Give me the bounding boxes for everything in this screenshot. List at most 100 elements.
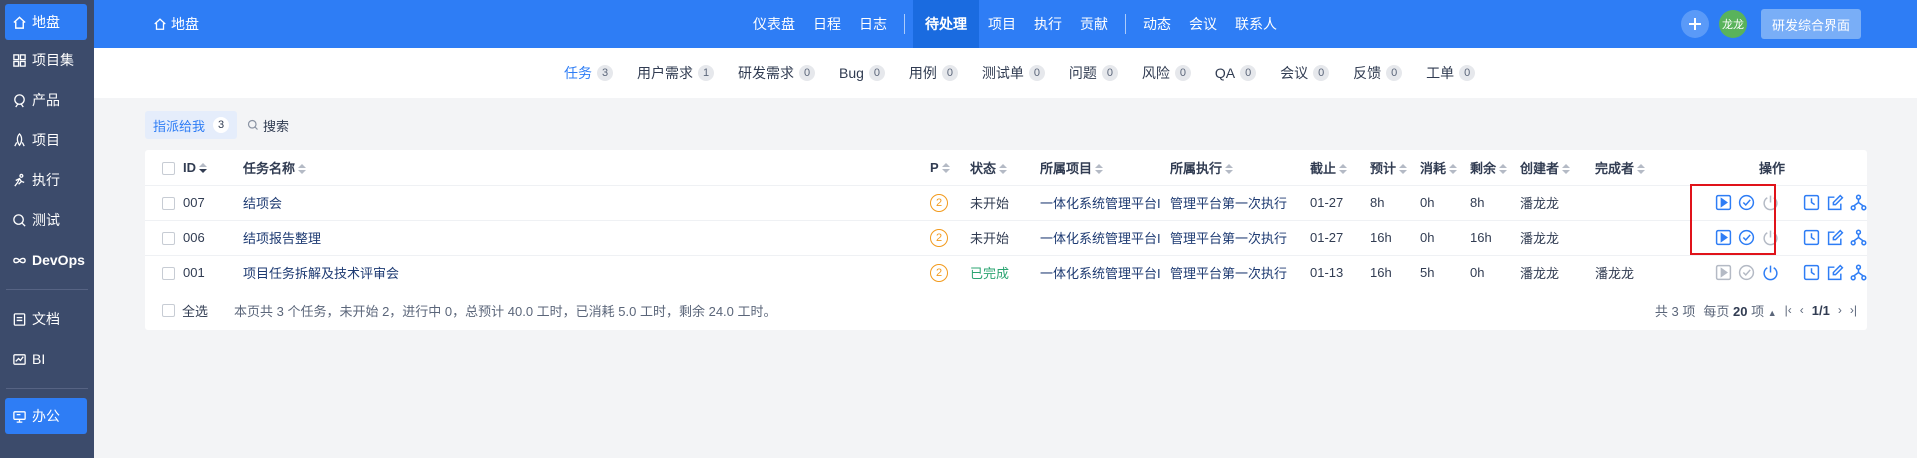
execution-link[interactable]: 管理平台第一次执行: [1170, 196, 1287, 211]
execution-link[interactable]: 管理平台第一次执行: [1170, 231, 1287, 246]
col-pri[interactable]: P: [930, 150, 970, 185]
avatar[interactable]: 龙龙: [1719, 10, 1747, 38]
prev-page-button[interactable]: ‹: [1800, 303, 1804, 317]
select-all-checkbox-header[interactable]: [162, 161, 175, 175]
tab-user-story[interactable]: 用户需求 1: [637, 63, 714, 83]
col-estimate[interactable]: 预计: [1370, 150, 1420, 185]
col-project-label: 所属项目: [1040, 160, 1093, 176]
sidebar-item-doc[interactable]: 文档: [0, 299, 94, 339]
execution-link[interactable]: 管理平台第一次执行: [1170, 266, 1287, 281]
tab-count: 0: [1174, 65, 1191, 81]
tab-count: 0: [1101, 65, 1118, 81]
row-checkbox[interactable]: [162, 232, 175, 246]
tab-issue[interactable]: 问题 0: [1069, 63, 1118, 83]
sidebar-item-execution[interactable]: 执行: [0, 160, 94, 200]
task-consumed: 5h: [1420, 254, 1470, 290]
edit-task-button[interactable]: [1826, 228, 1843, 248]
finish-task-button[interactable]: [1738, 263, 1755, 283]
tab-feedback[interactable]: 反馈 0: [1353, 63, 1403, 83]
row-checkbox[interactable]: [162, 197, 175, 211]
select-all-checkbox[interactable]: [162, 303, 175, 317]
nav-contacts[interactable]: 联系人: [1226, 0, 1286, 48]
filter-assigned-to-me[interactable]: 指派给我 3: [145, 111, 238, 139]
col-name-label: 任务名称: [243, 160, 296, 176]
nav-meeting[interactable]: 会议: [1180, 0, 1226, 48]
table-row[interactable]: 001 项目任务拆解及技术评审会 2 已完成 一体化系统管理平台I 管理平台第一…: [145, 254, 1867, 290]
nav-calendar[interactable]: 日程: [804, 0, 850, 48]
col-execution[interactable]: 所属执行: [1170, 150, 1310, 185]
row-checkbox[interactable]: [162, 267, 175, 281]
last-page-button[interactable]: ›|: [1850, 303, 1857, 317]
nav-project[interactable]: 项目: [979, 0, 1025, 48]
nav-dashboard[interactable]: 仪表盘: [744, 0, 804, 48]
edit-task-button[interactable]: [1826, 263, 1843, 283]
first-page-button[interactable]: |‹: [1785, 303, 1792, 317]
nav-todo[interactable]: 待处理: [913, 0, 979, 48]
tab-ticket[interactable]: 工单 0: [1426, 63, 1476, 83]
col-name[interactable]: 任务名称: [243, 150, 930, 185]
col-status[interactable]: 状态: [970, 150, 1040, 185]
sidebar-item-test[interactable]: 测试: [0, 200, 94, 240]
tab-meeting[interactable]: 会议 0: [1280, 63, 1330, 83]
nav-dynamic[interactable]: 动态: [1134, 0, 1180, 48]
edit-task-button[interactable]: [1826, 193, 1843, 213]
sidebar-item-devops[interactable]: DevOps: [0, 240, 94, 280]
nav-log[interactable]: 日志: [850, 0, 896, 48]
per-page-selector[interactable]: 每页 20 项 ▲: [1703, 301, 1776, 320]
project-link[interactable]: 一体化系统管理平台I: [1040, 196, 1161, 211]
search-toggle[interactable]: 搜索: [247, 116, 289, 135]
create-button[interactable]: [1681, 10, 1709, 38]
sidebar-item-home[interactable]: 地盘: [5, 4, 87, 40]
col-finisher[interactable]: 完成者: [1595, 150, 1715, 185]
split-icon: [1850, 194, 1867, 211]
select-all[interactable]: 全选: [162, 301, 208, 320]
batch-create-button[interactable]: [1850, 228, 1867, 248]
sidebar-item-product[interactable]: 产品: [0, 80, 94, 120]
project-link[interactable]: 一体化系统管理平台I: [1040, 231, 1161, 246]
sidebar-item-program[interactable]: 项目集: [0, 40, 94, 80]
record-effort-button[interactable]: [1803, 228, 1820, 248]
col-id[interactable]: ID: [183, 150, 243, 185]
task-name-link[interactable]: 项目任务拆解及技术评审会: [243, 266, 399, 281]
col-creator[interactable]: 创建者: [1520, 150, 1595, 185]
tab-bug[interactable]: Bug 0: [839, 65, 885, 81]
filter-label: 指派给我: [153, 118, 206, 134]
sidebar-item-project[interactable]: 项目: [0, 120, 94, 160]
task-name-link[interactable]: 结项报告整理: [243, 231, 321, 246]
next-page-button[interactable]: ›: [1838, 303, 1842, 317]
tab-rd-story[interactable]: 研发需求 0: [738, 63, 815, 83]
table-row[interactable]: 007 结项会 2 未开始 一体化系统管理平台I 管理平台第一次执行 01-27…: [145, 184, 1867, 220]
start-task-button[interactable]: [1715, 263, 1732, 283]
tab-task[interactable]: 任务 3: [564, 63, 613, 83]
batch-create-button[interactable]: [1850, 193, 1867, 213]
table-row[interactable]: 006 结项报告整理 2 未开始 一体化系统管理平台I 管理平台第一次执行 01…: [145, 219, 1867, 255]
col-project[interactable]: 所属项目: [1040, 150, 1170, 185]
nav-contribution[interactable]: 贡献: [1071, 0, 1117, 48]
brand[interactable]: 地盘: [153, 14, 199, 34]
tab-case[interactable]: 用例 0: [909, 63, 958, 83]
task-name-link[interactable]: 结项会: [243, 196, 282, 211]
tab-count: 0: [941, 65, 958, 81]
tab-risk[interactable]: 风险 0: [1142, 63, 1191, 83]
sidebar-item-office[interactable]: 办公: [5, 398, 87, 434]
rd-interface-button[interactable]: 研发综合界面: [1761, 9, 1861, 39]
tab-testtask[interactable]: 测试单 0: [982, 63, 1045, 83]
col-consumed[interactable]: 消耗: [1420, 150, 1470, 185]
sidebar-item-bi[interactable]: BI: [0, 339, 94, 379]
record-effort-button[interactable]: [1803, 193, 1820, 213]
home-icon: [154, 18, 166, 30]
batch-create-button[interactable]: [1850, 263, 1867, 283]
task-estimate: 8h: [1370, 184, 1420, 220]
tab-label: 问题: [1068, 65, 1097, 81]
close-task-button[interactable]: [1762, 263, 1779, 283]
clock-icon: [1804, 265, 1820, 281]
col-deadline[interactable]: 截止: [1310, 150, 1370, 185]
split-icon: [1850, 229, 1867, 246]
record-effort-button[interactable]: [1803, 263, 1820, 283]
col-left[interactable]: 剩余: [1470, 150, 1520, 185]
tab-count: 0: [799, 65, 815, 81]
sort-icon: [1449, 164, 1458, 175]
project-link[interactable]: 一体化系统管理平台I: [1040, 266, 1161, 281]
tab-qa[interactable]: QA 0: [1215, 65, 1257, 81]
nav-execution[interactable]: 执行: [1025, 0, 1071, 48]
